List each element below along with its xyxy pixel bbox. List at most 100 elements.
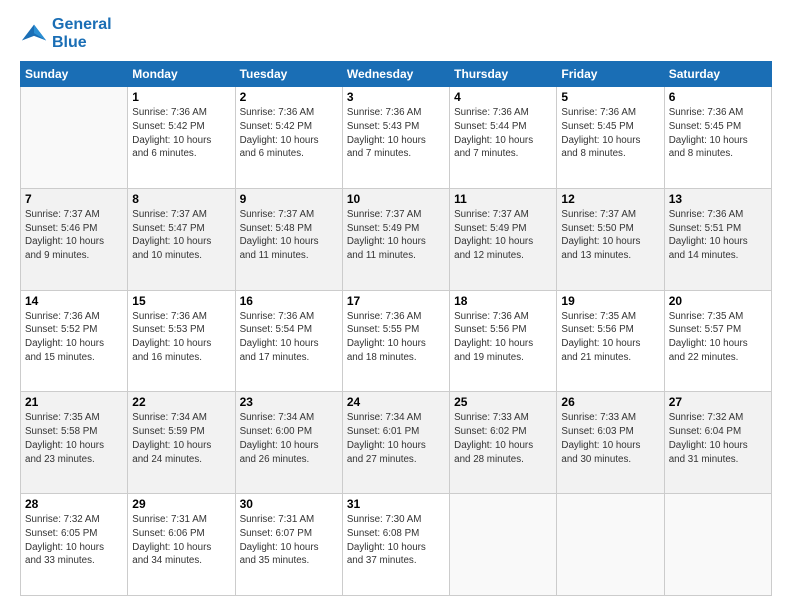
day-info: Sunrise: 7:34 AM Sunset: 6:00 PM Dayligh…: [240, 411, 338, 466]
day-cell: 28 Sunrise: 7:32 AM Sunset: 6:05 PM Dayli…: [21, 494, 128, 596]
logo-icon: [20, 20, 48, 48]
day-info: Sunrise: 7:34 AM Sunset: 6:01 PM Dayligh…: [347, 411, 445, 466]
day-cell: 19Sunrise: 7:35 AM Sunset: 5:56 PM Dayli…: [557, 290, 664, 392]
day-cell: 20 Sunrise: 7:35 AM Sunset: 5:57 PM Dayli…: [664, 290, 771, 392]
day-cell: 31Sunrise: 7:30 AM Sunset: 6:08 PM Dayli…: [342, 494, 449, 596]
day-cell: [450, 494, 557, 596]
day-cell: 24 Sunrise: 7:34 AM Sunset: 6:01 PM Dayli…: [342, 392, 449, 494]
day-cell: 16Sunrise: 7:36 AM Sunset: 5:54 PM Dayli…: [235, 290, 342, 392]
day-cell: 12Sunrise: 7:37 AM Sunset: 5:50 PM Dayli…: [557, 188, 664, 290]
day-number: 8: [132, 192, 230, 206]
day-info: Sunrise: 7:35 AM Sunset: 5:56 PM Dayligh…: [561, 310, 659, 365]
day-info: Sunrise: 7:35 AM Sunset: 5:58 PM Dayligh…: [25, 411, 123, 466]
day-info: Sunrise: 7:35 AM Sunset: 5:57 PM Dayligh…: [669, 310, 767, 365]
day-number: 3: [347, 90, 445, 104]
weekday-tuesday: Tuesday: [235, 62, 342, 87]
day-info: Sunrise: 7:33 AM Sunset: 6:02 PM Dayligh…: [454, 411, 552, 466]
day-number: 27: [669, 395, 767, 409]
day-cell: 3 Sunrise: 7:36 AM Sunset: 5:43 PM Daylig…: [342, 87, 449, 189]
logo-text: General Blue: [52, 16, 112, 51]
day-info: Sunrise: 7:36 AM Sunset: 5:53 PM Dayligh…: [132, 310, 230, 365]
day-cell: [21, 87, 128, 189]
day-cell: 25 Sunrise: 7:33 AM Sunset: 6:02 PM Dayli…: [450, 392, 557, 494]
day-number: 15: [132, 294, 230, 308]
day-number: 9: [240, 192, 338, 206]
day-number: 24: [347, 395, 445, 409]
week-row-5: 28 Sunrise: 7:32 AM Sunset: 6:05 PM Dayli…: [21, 494, 772, 596]
day-cell: 17 Sunrise: 7:36 AM Sunset: 5:55 PM Dayli…: [342, 290, 449, 392]
day-number: 20: [669, 294, 767, 308]
day-cell: 23 Sunrise: 7:34 AM Sunset: 6:00 PM Dayli…: [235, 392, 342, 494]
day-cell: 1 Sunrise: 7:36 AM Sunset: 5:42 PM Daylig…: [128, 87, 235, 189]
day-cell: 22 Sunrise: 7:34 AM Sunset: 5:59 PM Dayli…: [128, 392, 235, 494]
day-info: Sunrise: 7:36 AM Sunset: 5:42 PM Dayligh…: [132, 106, 230, 161]
day-info: Sunrise: 7:36 AM Sunset: 5:45 PM Dayligh…: [669, 106, 767, 161]
day-number: 2: [240, 90, 338, 104]
week-row-2: 7Sunrise: 7:37 AM Sunset: 5:46 PM Daylig…: [21, 188, 772, 290]
day-info: Sunrise: 7:36 AM Sunset: 5:55 PM Dayligh…: [347, 310, 445, 365]
day-info: Sunrise: 7:34 AM Sunset: 5:59 PM Dayligh…: [132, 411, 230, 466]
page: General Blue SundayMondayTuesdayWednesda…: [0, 0, 792, 612]
day-number: 10: [347, 192, 445, 206]
day-number: 18: [454, 294, 552, 308]
day-number: 22: [132, 395, 230, 409]
day-info: Sunrise: 7:31 AM Sunset: 6:06 PM Dayligh…: [132, 513, 230, 568]
day-info: Sunrise: 7:37 AM Sunset: 5:47 PM Dayligh…: [132, 208, 230, 263]
day-cell: 15 Sunrise: 7:36 AM Sunset: 5:53 PM Dayli…: [128, 290, 235, 392]
calendar-table: SundayMondayTuesdayWednesdayThursdayFrid…: [20, 61, 772, 596]
logo: General Blue: [20, 16, 112, 51]
day-cell: 4Sunrise: 7:36 AM Sunset: 5:44 PM Daylig…: [450, 87, 557, 189]
day-number: 17: [347, 294, 445, 308]
day-info: Sunrise: 7:37 AM Sunset: 5:49 PM Dayligh…: [347, 208, 445, 263]
day-info: Sunrise: 7:36 AM Sunset: 5:44 PM Dayligh…: [454, 106, 552, 161]
day-cell: 10 Sunrise: 7:37 AM Sunset: 5:49 PM Dayli…: [342, 188, 449, 290]
day-cell: 2 Sunrise: 7:36 AM Sunset: 5:42 PM Daylig…: [235, 87, 342, 189]
day-cell: 13 Sunrise: 7:36 AM Sunset: 5:51 PM Dayli…: [664, 188, 771, 290]
day-cell: 30Sunrise: 7:31 AM Sunset: 6:07 PM Dayli…: [235, 494, 342, 596]
day-info: Sunrise: 7:37 AM Sunset: 5:49 PM Dayligh…: [454, 208, 552, 263]
day-cell: [557, 494, 664, 596]
weekday-wednesday: Wednesday: [342, 62, 449, 87]
header: General Blue: [20, 16, 772, 51]
day-number: 28: [25, 497, 123, 511]
day-info: Sunrise: 7:32 AM Sunset: 6:05 PM Dayligh…: [25, 513, 123, 568]
day-cell: 5Sunrise: 7:36 AM Sunset: 5:45 PM Daylig…: [557, 87, 664, 189]
weekday-friday: Friday: [557, 62, 664, 87]
weekday-header-row: SundayMondayTuesdayWednesdayThursdayFrid…: [21, 62, 772, 87]
day-info: Sunrise: 7:36 AM Sunset: 5:43 PM Dayligh…: [347, 106, 445, 161]
day-info: Sunrise: 7:36 AM Sunset: 5:42 PM Dayligh…: [240, 106, 338, 161]
day-number: 31: [347, 497, 445, 511]
week-row-3: 14 Sunrise: 7:36 AM Sunset: 5:52 PM Dayli…: [21, 290, 772, 392]
weekday-saturday: Saturday: [664, 62, 771, 87]
day-cell: 8 Sunrise: 7:37 AM Sunset: 5:47 PM Daylig…: [128, 188, 235, 290]
day-number: 30: [240, 497, 338, 511]
day-info: Sunrise: 7:32 AM Sunset: 6:04 PM Dayligh…: [669, 411, 767, 466]
day-number: 14: [25, 294, 123, 308]
week-row-1: 1 Sunrise: 7:36 AM Sunset: 5:42 PM Daylig…: [21, 87, 772, 189]
day-cell: 7Sunrise: 7:37 AM Sunset: 5:46 PM Daylig…: [21, 188, 128, 290]
day-cell: 26 Sunrise: 7:33 AM Sunset: 6:03 PM Dayli…: [557, 392, 664, 494]
day-info: Sunrise: 7:36 AM Sunset: 5:52 PM Dayligh…: [25, 310, 123, 365]
day-number: 12: [561, 192, 659, 206]
week-row-4: 21 Sunrise: 7:35 AM Sunset: 5:58 PM Dayli…: [21, 392, 772, 494]
weekday-thursday: Thursday: [450, 62, 557, 87]
weekday-monday: Monday: [128, 62, 235, 87]
day-cell: 11Sunrise: 7:37 AM Sunset: 5:49 PM Dayli…: [450, 188, 557, 290]
day-info: Sunrise: 7:33 AM Sunset: 6:03 PM Dayligh…: [561, 411, 659, 466]
day-cell: 18 Sunrise: 7:36 AM Sunset: 5:56 PM Dayli…: [450, 290, 557, 392]
day-number: 6: [669, 90, 767, 104]
day-number: 16: [240, 294, 338, 308]
day-number: 5: [561, 90, 659, 104]
day-info: Sunrise: 7:36 AM Sunset: 5:56 PM Dayligh…: [454, 310, 552, 365]
day-number: 1: [132, 90, 230, 104]
day-number: 21: [25, 395, 123, 409]
day-cell: 21 Sunrise: 7:35 AM Sunset: 5:58 PM Dayli…: [21, 392, 128, 494]
day-number: 13: [669, 192, 767, 206]
day-number: 25: [454, 395, 552, 409]
day-number: 26: [561, 395, 659, 409]
day-number: 23: [240, 395, 338, 409]
day-number: 7: [25, 192, 123, 206]
day-cell: 14 Sunrise: 7:36 AM Sunset: 5:52 PM Dayli…: [21, 290, 128, 392]
weekday-sunday: Sunday: [21, 62, 128, 87]
day-info: Sunrise: 7:36 AM Sunset: 5:51 PM Dayligh…: [669, 208, 767, 263]
